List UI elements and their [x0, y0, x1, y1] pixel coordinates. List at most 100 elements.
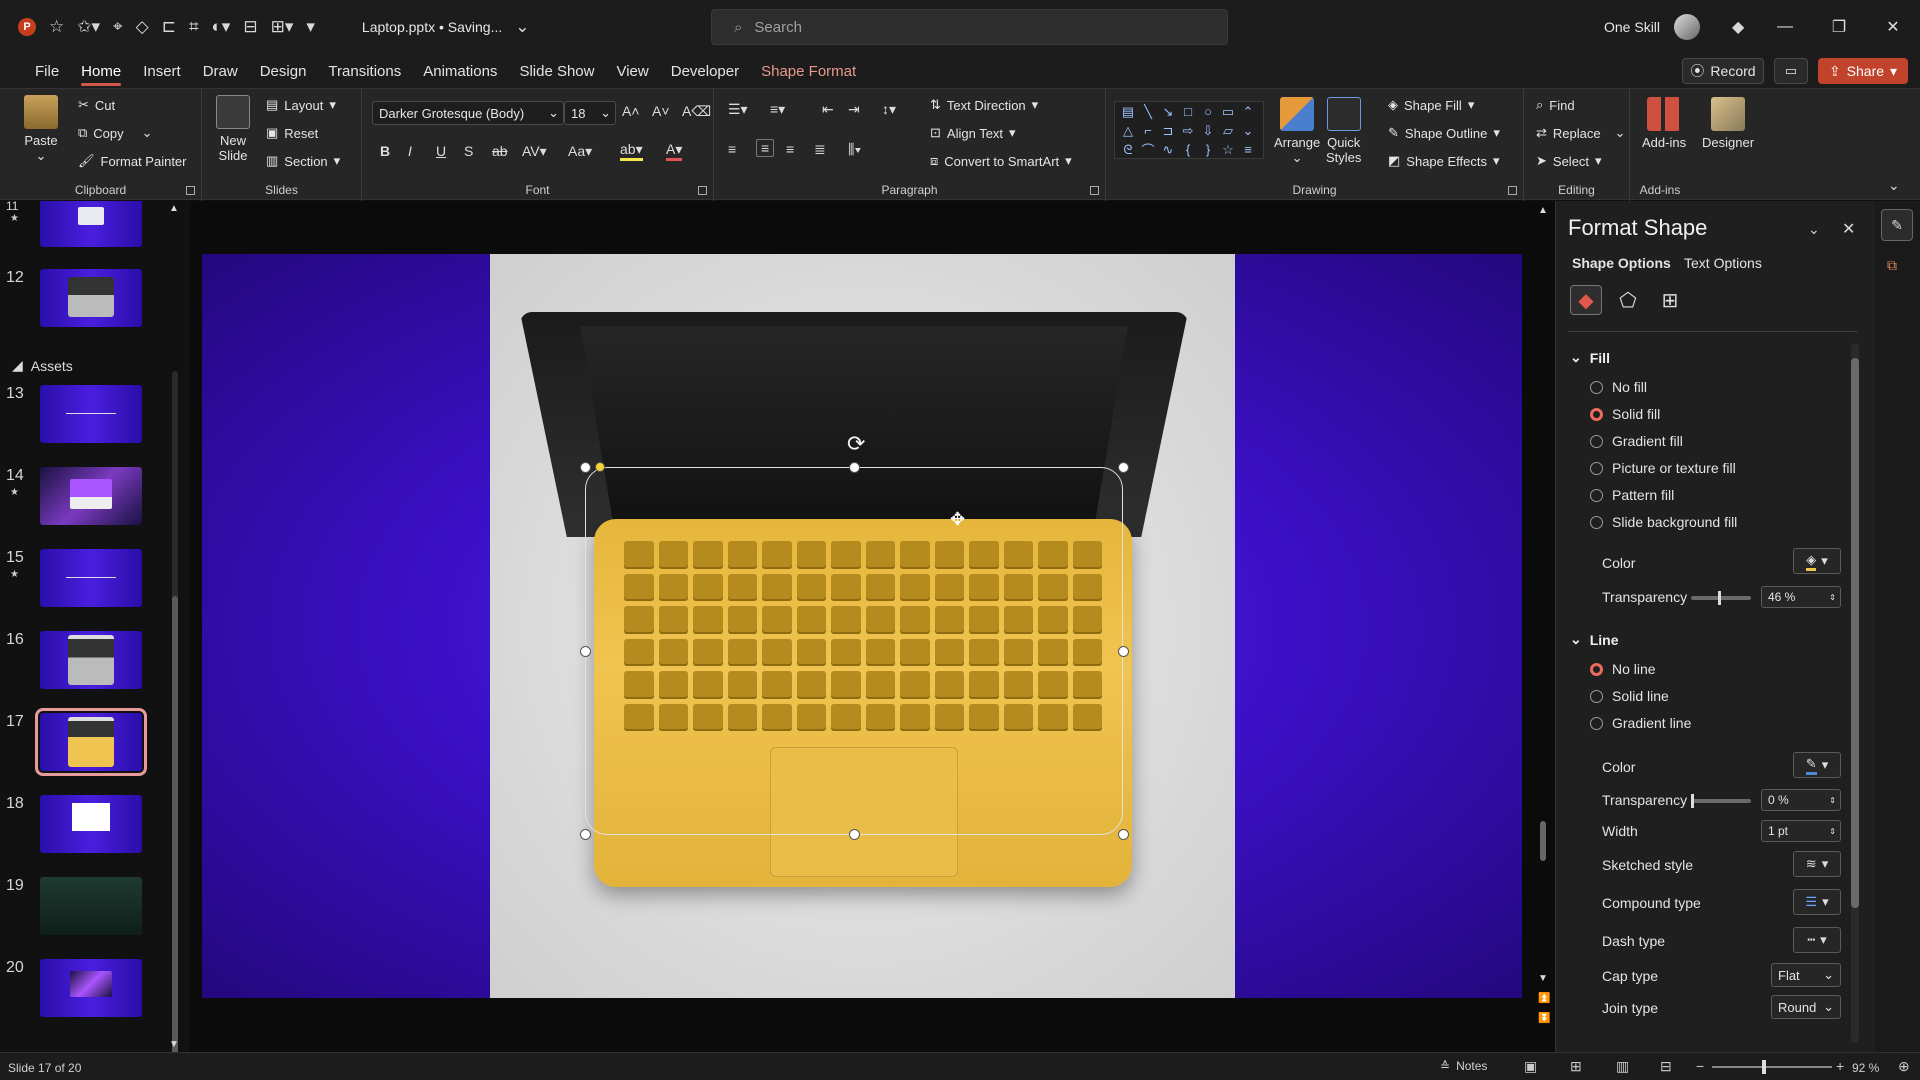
font-size-dropdown[interactable]: 18 ⌄ [564, 101, 616, 125]
dialog-launcher-icon[interactable] [1090, 186, 1099, 195]
laptop-photo[interactable] [490, 254, 1235, 998]
slide-editing-canvas[interactable]: ⟳ ✥ ▲ ▼ ⏫ ⏬ [190, 201, 1555, 1052]
section-button[interactable]: ▥ Section ▾ [266, 153, 340, 169]
close-icon[interactable]: ✕ [1842, 219, 1855, 239]
radio-slide-background-fill[interactable]: Slide background fill [1590, 514, 1737, 530]
line-transparency-slider[interactable] [1691, 794, 1751, 808]
fit-slide-icon[interactable]: ⊕ [1898, 1058, 1910, 1075]
yellow-overlay-shape[interactable] [594, 519, 1132, 887]
record-button[interactable]: ⦿ Record [1682, 58, 1764, 84]
increase-font-icon[interactable]: A˄ [622, 103, 640, 119]
align-center-icon[interactable]: ≡ [756, 139, 775, 157]
replace-button[interactable]: ⇄ Replace ⌄ [1536, 125, 1626, 141]
layout-button[interactable]: ▤ Layout ▾ [266, 97, 336, 113]
sketched-style-dropdown[interactable]: ≋ ▾ [1793, 851, 1841, 877]
radio-solid-line[interactable]: Solid line [1590, 688, 1669, 704]
star-shape-icon[interactable]: ☆ [1218, 140, 1238, 159]
fill-transparency-slider[interactable] [1691, 591, 1751, 605]
radio-gradient-line[interactable]: Gradient line [1590, 715, 1691, 731]
slide-sorter-icon[interactable]: ⊞ [1570, 1058, 1582, 1075]
document-title[interactable]: Laptop.pptx • Saving... [362, 19, 502, 35]
tab-home[interactable]: Home [70, 54, 132, 88]
copy-button[interactable]: ⧉ Copy ⌄ [78, 125, 153, 141]
dialog-launcher-icon[interactable] [1508, 186, 1517, 195]
shape-outline-button[interactable]: ✎ Shape Outline ▾ [1388, 125, 1500, 141]
tab-animations[interactable]: Animations [412, 54, 508, 88]
autosave-icon[interactable]: ☆ [49, 17, 64, 37]
decrease-indent-icon[interactable]: ⇤ [822, 101, 834, 118]
new-slide-button[interactable]: New Slide [216, 95, 250, 163]
restore-icon[interactable]: ❐ [1812, 0, 1866, 54]
section-header-assets[interactable]: ◢ Assets [12, 357, 73, 374]
italic-icon[interactable]: I [408, 143, 412, 159]
resize-handle-e[interactable] [1118, 646, 1129, 657]
tab-slide-show[interactable]: Slide Show [508, 54, 605, 88]
dialog-launcher-icon[interactable] [186, 186, 195, 195]
gallery-down-icon[interactable]: ⌄ [1238, 121, 1258, 140]
resize-handle-n[interactable] [849, 462, 860, 473]
compound-type-dropdown[interactable]: ☰ ▾ [1793, 889, 1841, 915]
selection-pane-icon[interactable]: ⌖ [113, 17, 123, 37]
designer-button[interactable]: Designer [1702, 97, 1754, 150]
chevron-down-icon[interactable]: ⌄ [36, 148, 47, 163]
radio-no-line[interactable]: No line [1590, 661, 1656, 677]
rounded-rect-shape-icon[interactable]: ▭ [1218, 102, 1238, 121]
scroll-up-icon[interactable]: ▲ [1538, 205, 1548, 216]
line-spacing-icon[interactable]: ↕▾ [882, 101, 896, 118]
notes-button[interactable]: ≙ Notes [1440, 1059, 1487, 1073]
triangle-shape-icon[interactable]: △ [1118, 121, 1138, 140]
merge-shapes-icon[interactable]: ◐▾ [212, 17, 231, 37]
text-direction-button[interactable]: ⇅ Text Direction ▾ [930, 97, 1038, 113]
slide-thumbnail-11[interactable]: 11 ★ [0, 201, 190, 257]
minimize-icon[interactable]: — [1758, 0, 1812, 54]
radio-picture-fill[interactable]: Picture or texture fill [1590, 460, 1736, 476]
close-icon[interactable]: ✕ [1866, 0, 1920, 54]
designer-pane-icon[interactable]: ⧉ [1887, 257, 1897, 274]
slideshow-view-icon[interactable]: ⊟ [1660, 1058, 1672, 1075]
align-text-button[interactable]: ⊡ Align Text ▾ [930, 125, 1016, 141]
cap-type-dropdown[interactable]: Flat ⌄ [1771, 963, 1841, 987]
columns-icon[interactable]: ⫼▾ [848, 141, 861, 158]
down-arrow-shape-icon[interactable]: ⇩ [1198, 121, 1218, 140]
font-name-dropdown[interactable]: Darker Grotesque (Body) ⌄ [372, 101, 564, 125]
brace-right-shape-icon[interactable]: } [1198, 140, 1218, 159]
triangle-down-icon[interactable]: ◢ [12, 357, 23, 374]
tab-draw[interactable]: Draw [192, 54, 249, 88]
share-button[interactable]: ⇪ Share ▾ [1818, 58, 1908, 84]
slide-thumbnail-selected[interactable]: 17 [0, 708, 190, 781]
slider-thumb[interactable] [1691, 794, 1694, 808]
quick-styles-button[interactable]: Quick Styles [1326, 97, 1361, 165]
slide-thumbnail[interactable]: 12 [0, 269, 190, 337]
rectangle-shape-icon[interactable]: □ [1178, 102, 1198, 121]
dialog-launcher-icon[interactable] [698, 186, 707, 195]
line-transparency-input[interactable]: 0 % ⇕ [1761, 789, 1841, 811]
underline-icon[interactable]: U [436, 143, 446, 159]
scroll-down-icon[interactable]: ▼ [169, 1039, 179, 1050]
spin-arrows-icon[interactable]: ⇕ [1829, 827, 1840, 836]
pane-scrollbar-thumb[interactable] [1851, 358, 1859, 908]
shape-effects-button[interactable]: ◩ Shape Effects ▾ [1388, 153, 1500, 169]
slide-thumbnail[interactable]: 16 [0, 631, 190, 699]
arrow-line-shape-icon[interactable]: ↘ [1158, 102, 1178, 121]
chevron-down-icon[interactable]: ⌄ [548, 105, 563, 121]
convert-smartart-button[interactable]: ⧈ Convert to SmartArt ▾ [930, 153, 1072, 169]
radio-gradient-fill[interactable]: Gradient fill [1590, 433, 1683, 449]
align-left-icon[interactable]: ≡ [728, 141, 736, 157]
rotate-handle-icon[interactable]: ⟳ [847, 431, 865, 457]
fill-transparency-input[interactable]: 46 % ⇕ [1761, 586, 1841, 608]
crop-icon[interactable]: ⌗ [189, 17, 199, 37]
favorite-icon[interactable]: ✩▾ [77, 17, 100, 37]
avatar[interactable] [1674, 14, 1701, 40]
resize-handle-nw[interactable] [580, 462, 591, 473]
paste-button[interactable]: Paste ⌄ [24, 95, 58, 163]
account-area[interactable]: One Skill ◆ [1604, 14, 1744, 40]
shadow-icon[interactable]: S [464, 143, 473, 159]
elbow-shape-icon[interactable]: ⌐ [1138, 121, 1158, 140]
slide-thumbnail[interactable]: 18 [0, 795, 190, 863]
format-shape-pane-icon[interactable]: ✎ [1881, 209, 1913, 241]
addins-button[interactable]: Add-ins [1642, 97, 1686, 150]
arrange-button[interactable]: Arrange ⌄ [1274, 97, 1320, 165]
adjust-handle[interactable] [595, 462, 605, 472]
spin-arrows-icon[interactable]: ⇕ [1829, 593, 1840, 602]
slider-thumb[interactable] [1718, 591, 1721, 605]
